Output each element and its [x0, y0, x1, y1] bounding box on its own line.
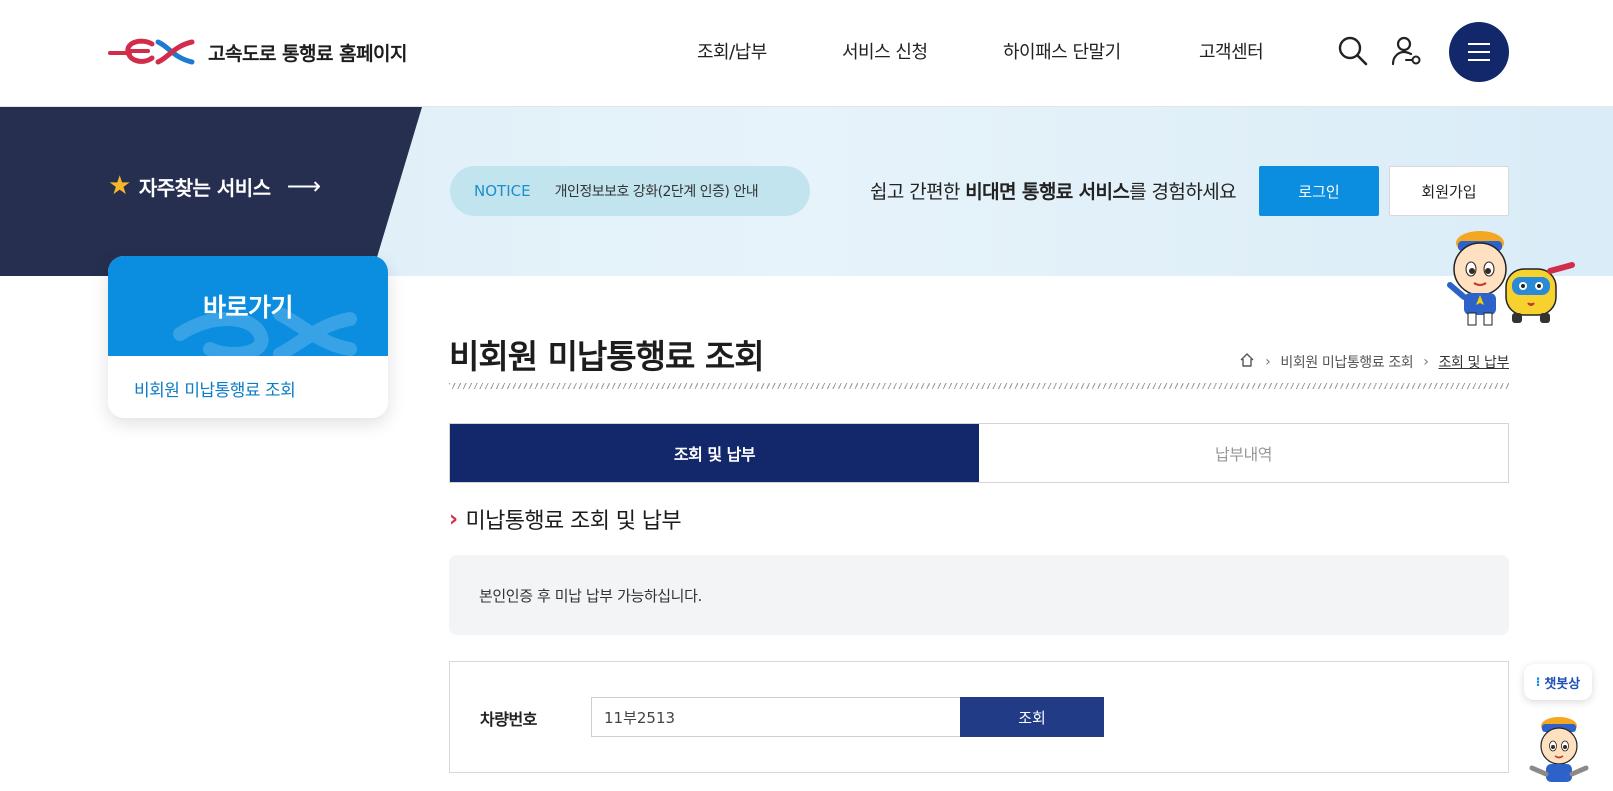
chevron-right-icon: › [1423, 354, 1429, 370]
search-icon[interactable] [1336, 34, 1370, 68]
menu-button[interactable] [1449, 22, 1509, 82]
home-icon[interactable] [1239, 352, 1255, 372]
tab-bar: 조회 및 납부 납부내역 [449, 423, 1509, 483]
site-header: 고속도로 통행료 홈페이지 조회/납부 서비스 신청 하이패스 단말기 고객센터 [0, 0, 1613, 107]
user-icon[interactable] [1390, 34, 1424, 68]
notice-text: 개인정보보호 강화(2단계 인증) 안내 [554, 184, 759, 200]
arrow-right-icon: ⟶ [286, 172, 321, 200]
promo-text-bold: 비대면 통행료 서비스 [965, 181, 1130, 203]
site-title: 고속도로 통행료 홈페이지 [208, 42, 408, 65]
nav-item-hipass-device[interactable]: 하이패스 단말기 [1003, 38, 1121, 64]
quick-links-title: 바로가기 [202, 293, 294, 322]
login-button[interactable]: 로그인 [1259, 166, 1379, 216]
vehicle-search-form: 차량번호 조회 [449, 661, 1509, 773]
chatbot-mascot-icon[interactable] [1522, 712, 1596, 786]
info-message: 본인인증 후 미납 납부 가능하십니다. [449, 555, 1509, 635]
mascot-illustration [1447, 231, 1575, 326]
breadcrumb-current[interactable]: 조회 및 납부 [1438, 352, 1509, 372]
section-title-text: 미납통행료 조회 및 납부 [465, 509, 682, 534]
promo-text-post: 를 경험하세요 [1129, 181, 1236, 203]
promo-text: 쉽고 간편한 비대면 통행료 서비스를 경험하세요 [870, 177, 1237, 204]
section-chevron-icon: › [449, 506, 458, 532]
chevron-right-icon: › [1265, 354, 1271, 370]
vehicle-number-input[interactable] [591, 697, 961, 737]
quick-link-item[interactable]: 비회원 미납통행료 조회 [108, 356, 388, 401]
tab-payment-history[interactable]: 납부내역 [979, 424, 1508, 482]
page-title: 비회원 미납통행료 조회 [449, 337, 765, 376]
favorites-label: 자주찾는 서비스 [138, 175, 271, 200]
quick-links-header: 바로가기 [108, 256, 388, 356]
notice-label: NOTICE [474, 182, 531, 200]
vehicle-number-label: 차량번호 [480, 710, 537, 729]
join-button[interactable]: 회원가입 [1389, 166, 1509, 216]
chatbot-bubble[interactable]: ⁝ 챗봇상 [1524, 664, 1592, 700]
star-icon: ★ [108, 171, 131, 201]
promo-text-pre: 쉽고 간편한 [870, 181, 966, 203]
breadcrumb: › 비회원 미납통행료 조회 › 조회 및 납부 [1239, 352, 1509, 372]
tab-inquiry-payment[interactable]: 조회 및 납부 [450, 424, 979, 482]
quick-links-panel: 바로가기 비회원 미납통행료 조회 [108, 256, 388, 418]
chatbot-label: 챗봇상 [1544, 676, 1581, 692]
site-logo[interactable]: 고속도로 통행료 홈페이지 [108, 36, 408, 68]
ex-logo-icon [108, 38, 195, 65]
notice-pill[interactable]: NOTICE 개인정보보호 강화(2단계 인증) 안내 [450, 166, 810, 216]
chatbot-dot-icon: ⁝ [1535, 675, 1541, 689]
favorites-link[interactable]: ★ 자주찾는 서비스 ⟶ [108, 171, 321, 201]
breadcrumb-item[interactable]: 비회원 미납통행료 조회 [1280, 352, 1413, 372]
menu-icon [1468, 40, 1490, 64]
nav-item-customer-center[interactable]: 고객센터 [1199, 38, 1264, 64]
search-button[interactable]: 조회 [960, 697, 1104, 737]
nav-item-inquiry-payment[interactable]: 조회/납부 [697, 38, 767, 64]
nav-item-service-apply[interactable]: 서비스 신청 [842, 38, 928, 64]
section-title: › 미납통행료 조회 및 납부 [449, 503, 682, 535]
title-divider [449, 383, 1509, 389]
